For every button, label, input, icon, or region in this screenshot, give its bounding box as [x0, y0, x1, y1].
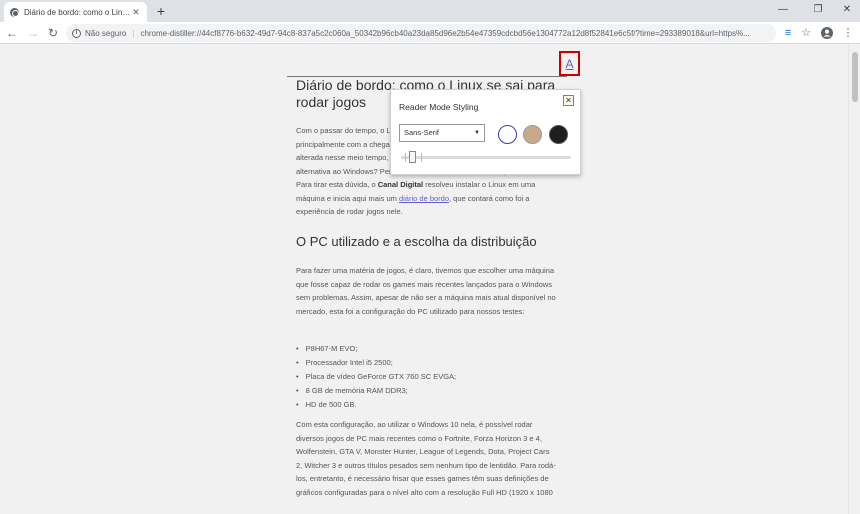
- vertical-scrollbar[interactable]: [848, 44, 860, 514]
- globe-icon: [10, 7, 19, 17]
- list-item: 8 GB de memória RAM DDR3;: [296, 384, 456, 398]
- config-paragraph: Com esta configuração, ao utilizar o Win…: [296, 420, 556, 497]
- theme-sepia-button[interactable]: [523, 125, 542, 144]
- section-heading: O PC utilizado e a escolha da distribuiç…: [296, 234, 537, 249]
- reader-mode-icon[interactable]: ≡: [780, 25, 796, 41]
- address-bar[interactable]: i Não seguro | chrome-distiller://44cf87…: [66, 24, 776, 42]
- theme-light-button[interactable]: [498, 125, 517, 144]
- tab-close-icon[interactable]: ✕: [131, 7, 141, 18]
- diario-link[interactable]: diário de bordo: [399, 194, 449, 203]
- forward-arrow-icon[interactable]: →: [25, 25, 41, 41]
- new-tab-button[interactable]: +: [153, 3, 169, 19]
- popup-title: Reader Mode Styling: [399, 102, 479, 112]
- url-text: chrome-distiller://44cf8776-b632-49d7-94…: [140, 28, 750, 38]
- font-size-slider[interactable]: [401, 156, 571, 159]
- window-close-button[interactable]: ✕: [834, 2, 860, 18]
- canal-digital-text: Canal Digital: [377, 180, 424, 189]
- bookmark-star-icon[interactable]: ☆: [798, 25, 814, 41]
- reader-style-button[interactable]: A: [559, 51, 580, 76]
- slider-tick: [405, 153, 406, 162]
- specs-list: P8H67-M EVO; Processador Intel i5 2500; …: [296, 342, 457, 412]
- page-viewport: Diário de bordo: como o Linux se sai par…: [0, 44, 860, 514]
- theme-dark-button[interactable]: [549, 125, 568, 144]
- profile-avatar-icon[interactable]: [819, 25, 835, 41]
- popup-close-button[interactable]: ✕: [563, 95, 574, 106]
- tab-strip: Diário de bordo: como o Linux se ✕ + — ❐…: [0, 0, 860, 22]
- font-family-select[interactable]: Sans-Serif ▼: [399, 124, 485, 142]
- browser-toolbar: ← → ↻ i Não seguro | chrome-distiller://…: [0, 22, 860, 44]
- reload-icon[interactable]: ↻: [45, 25, 61, 41]
- list-item: P8H67-M EVO;: [296, 342, 456, 356]
- minimize-button[interactable]: —: [770, 2, 796, 18]
- list-item: HD de 500 GB.: [296, 398, 456, 412]
- back-arrow-icon[interactable]: ←: [4, 25, 20, 41]
- browser-tab[interactable]: Diário de bordo: como o Linux se ✕: [4, 2, 147, 22]
- security-label: Não seguro: [85, 28, 127, 38]
- reader-mode-styling-popup: Reader Mode Styling ✕ Sans-Serif ▼: [390, 89, 581, 175]
- tab-title: Diário de bordo: como o Linux se: [24, 7, 131, 17]
- list-item: Placa de vídeo GeForce GTX 760 SC EVGA;: [296, 370, 457, 384]
- dropdown-arrow-icon: ▼: [474, 130, 480, 136]
- style-a-icon: A: [565, 56, 574, 71]
- slider-tick: [421, 153, 422, 162]
- font-size-slider-thumb[interactable]: [409, 151, 416, 163]
- menu-kebab-icon[interactable]: ⋮: [840, 25, 856, 41]
- pc-paragraph: Para fazer uma matéria de jogos, é claro…: [296, 266, 556, 316]
- separator: |: [132, 28, 135, 38]
- restore-button[interactable]: ❐: [805, 2, 831, 18]
- font-select-value: Sans-Serif: [404, 128, 440, 137]
- info-icon[interactable]: i: [72, 28, 81, 38]
- list-item: Processador Intel i5 2500;: [296, 356, 456, 370]
- scrollbar-thumb[interactable]: [852, 52, 858, 102]
